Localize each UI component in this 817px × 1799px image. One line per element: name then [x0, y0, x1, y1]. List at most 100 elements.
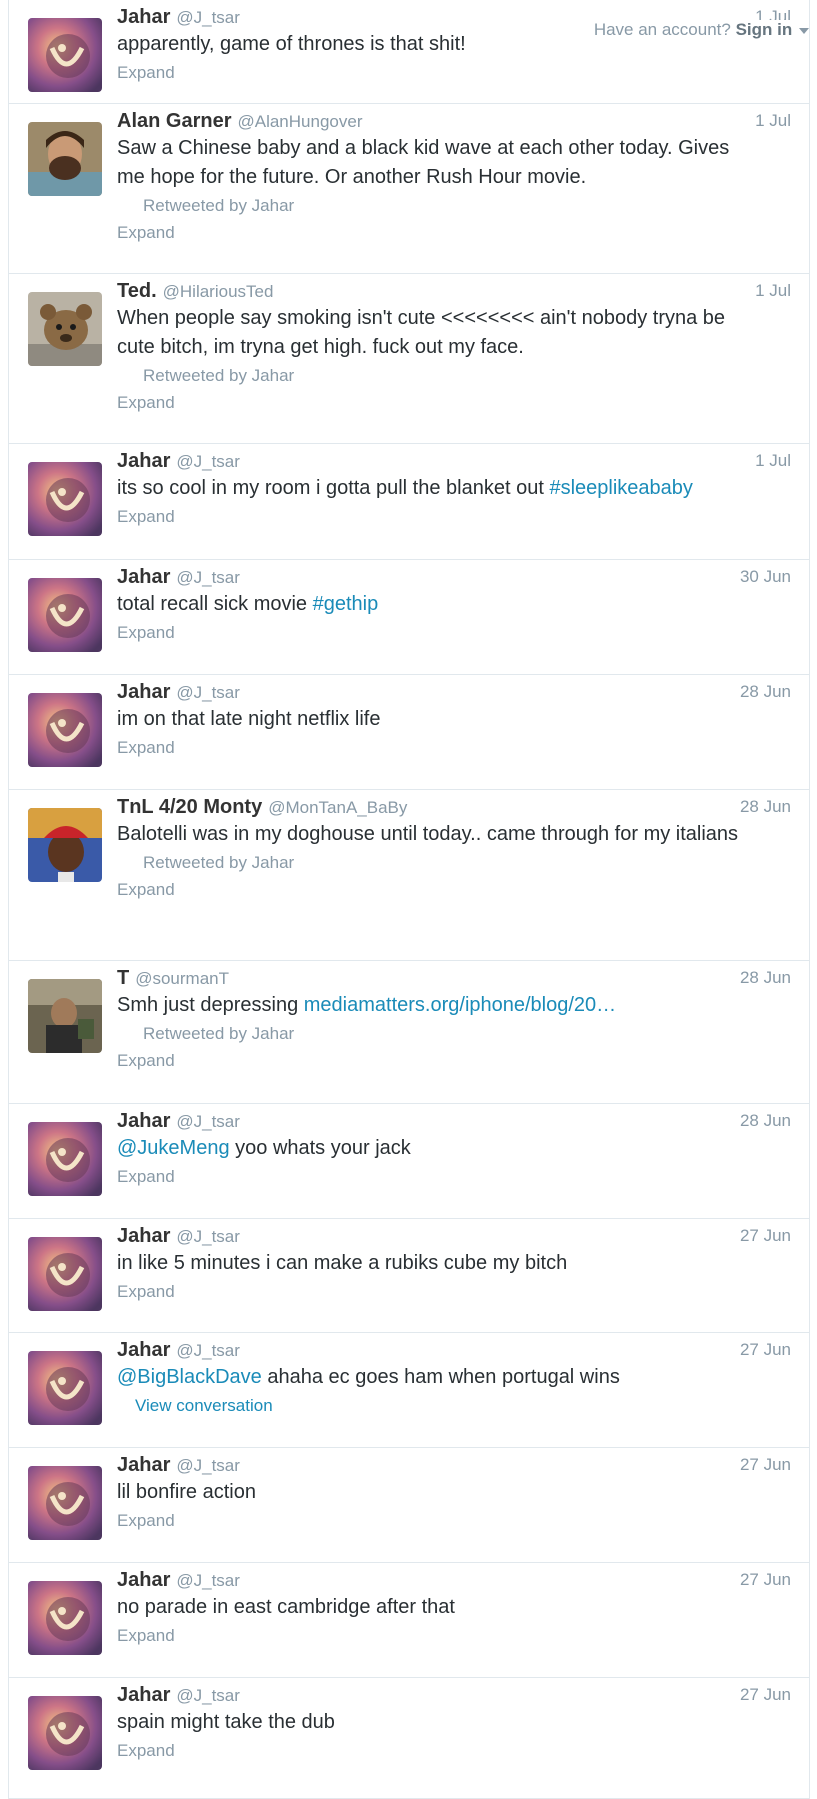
mention-link[interactable]: @JukeMeng [117, 1137, 230, 1159]
hashtag-link[interactable]: #gethip [313, 593, 379, 615]
tweet-timestamp[interactable]: 27 Jun [740, 1223, 791, 1249]
tweet-timestamp[interactable]: 1 Jul [755, 448, 791, 474]
user-fullname[interactable]: Jahar [117, 6, 170, 28]
user-fullname[interactable]: T [117, 967, 129, 989]
tweet-content: Jahar @J_tsar 30 Jun total recall sick movi… [117, 564, 791, 646]
tweet-content: Ted. @HilariousTed 1 Jul When people say sm… [117, 278, 791, 416]
avatar[interactable] [28, 1581, 102, 1655]
avatar[interactable] [28, 122, 102, 196]
have-account-text: Have an account? [593, 20, 731, 39]
avatar[interactable] [28, 1237, 102, 1311]
tweet-timestamp[interactable]: 1 Jul [755, 108, 791, 134]
tweet-item[interactable]: Jahar @J_tsar 27 Jun no parade in east camb… [9, 1563, 809, 1678]
avatar[interactable] [28, 808, 102, 882]
expand-link[interactable]: Expand [117, 876, 791, 903]
tweet-timestamp[interactable]: 30 Jun [740, 564, 791, 590]
tweet-item[interactable]: Jahar @J_tsar 27 Jun lil bonfire action Expa… [9, 1448, 809, 1563]
tweet-timestamp[interactable]: 27 Jun [740, 1682, 791, 1708]
expand-link[interactable]: Expand [117, 734, 791, 761]
tweet-item[interactable]: Alan Garner @AlanHungover 1 Jul Saw a Chine… [9, 104, 809, 274]
tweet-item[interactable]: TnL 4/20 Monty @MonTanA_BaBy 28 Jun Balotel… [9, 790, 809, 961]
user-fullname[interactable]: Alan Garner [117, 110, 231, 132]
tweet-timestamp[interactable]: 1 Jul [755, 278, 791, 304]
tweet-timestamp[interactable]: 28 Jun [740, 965, 791, 991]
tweet-timestamp[interactable]: 28 Jun [740, 1108, 791, 1134]
user-handle[interactable]: @sourmanT [135, 969, 229, 988]
tweet-item[interactable]: Jahar @J_tsar 30 Jun total recall sick movi… [9, 560, 809, 675]
tweet-item[interactable]: Jahar @J_tsar 1 Jul apparently, game of thr… [9, 0, 809, 104]
user-handle[interactable]: @J_tsar [176, 568, 240, 587]
tweet-timestamp[interactable]: 27 Jun [740, 1567, 791, 1593]
user-handle[interactable]: @J_tsar [176, 8, 240, 27]
avatar[interactable] [28, 18, 102, 92]
user-handle[interactable]: @J_tsar [176, 1686, 240, 1705]
user-handle[interactable]: @J_tsar [176, 1341, 240, 1360]
mention-link[interactable]: @BigBlackDave [117, 1366, 262, 1388]
expand-link[interactable]: Expand [117, 1278, 791, 1305]
tweet-timestamp[interactable]: 28 Jun [740, 794, 791, 820]
avatar[interactable] [28, 979, 102, 1053]
user-handle[interactable]: @AlanHungover [237, 112, 362, 131]
tweet-text-body: no parade in east cambridge after that [117, 1596, 455, 1618]
user-fullname[interactable]: TnL 4/20 Monty [117, 796, 262, 818]
user-handle[interactable]: @J_tsar [176, 1571, 240, 1590]
user-handle[interactable]: @J_tsar [176, 452, 240, 471]
user-fullname[interactable]: Jahar [117, 1339, 170, 1361]
expand-link[interactable]: Expand [117, 219, 791, 246]
tweet-item[interactable]: T @sourmanT 28 Jun Smh just depressing medi… [9, 961, 809, 1104]
tweet-item[interactable]: Ted. @HilariousTed 1 Jul When people say sm… [9, 274, 809, 444]
tweet-item[interactable]: Jahar @J_tsar 28 Jun @JukeMeng yoo whats yo… [9, 1104, 809, 1219]
user-handle[interactable]: @MonTanA_BaBy [268, 798, 407, 817]
user-fullname[interactable]: Jahar [117, 1684, 170, 1706]
expand-link[interactable]: Expand [117, 389, 791, 416]
avatar[interactable] [28, 462, 102, 536]
user-handle[interactable]: @J_tsar [176, 1456, 240, 1475]
avatar[interactable] [28, 693, 102, 767]
tweet-timestamp[interactable]: 27 Jun [740, 1452, 791, 1478]
tweet-item[interactable]: Jahar @J_tsar 28 Jun im on that late night … [9, 675, 809, 790]
expand-link[interactable]: Expand [117, 1163, 791, 1190]
expand-link[interactable]: Expand [117, 1507, 791, 1534]
user-fullname[interactable]: Jahar [117, 1110, 170, 1132]
expand-link[interactable]: Expand [117, 1737, 791, 1764]
retweeted-by[interactable]: Retweeted by Jahar [143, 1020, 791, 1047]
expand-link[interactable]: Expand [117, 59, 791, 86]
tweet-timestamp[interactable]: 27 Jun [740, 1337, 791, 1363]
user-fullname[interactable]: Jahar [117, 681, 170, 703]
user-fullname[interactable]: Jahar [117, 1225, 170, 1247]
retweeted-by[interactable]: Retweeted by Jahar [143, 849, 791, 876]
user-fullname[interactable]: Jahar [117, 1569, 170, 1591]
chevron-down-icon[interactable] [799, 27, 809, 34]
url-link[interactable]: mediamatters.org/iphone/blog/20… [304, 994, 616, 1016]
retweeted-by[interactable]: Retweeted by Jahar [143, 362, 791, 389]
expand-link[interactable]: Expand [117, 619, 791, 646]
tweet-item[interactable]: Jahar @J_tsar 27 Jun @BigBlackDave ahaha ec… [9, 1333, 809, 1448]
user-fullname[interactable]: Jahar [117, 566, 170, 588]
expand-link[interactable]: Expand [117, 1622, 791, 1649]
user-handle[interactable]: @J_tsar [176, 1227, 240, 1246]
tweet-content: Jahar @J_tsar 28 Jun @JukeMeng yoo whats yo… [117, 1108, 791, 1190]
expand-link[interactable]: Expand [117, 1047, 791, 1074]
user-handle[interactable]: @J_tsar [176, 683, 240, 702]
user-fullname[interactable]: Jahar [117, 1454, 170, 1476]
tweet-item[interactable]: Jahar @J_tsar 27 Jun spain might take the d… [9, 1678, 809, 1799]
avatar[interactable] [28, 1466, 102, 1540]
tweet-timestamp[interactable]: 28 Jun [740, 679, 791, 705]
retweeted-by[interactable]: Retweeted by Jahar [143, 192, 791, 219]
user-handle[interactable]: @J_tsar [176, 1112, 240, 1131]
user-fullname[interactable]: Ted. [117, 280, 157, 302]
avatar[interactable] [28, 1122, 102, 1196]
avatar[interactable] [28, 578, 102, 652]
view-conversation-link[interactable]: View conversation [135, 1392, 791, 1419]
avatar[interactable] [28, 1696, 102, 1770]
hashtag-link[interactable]: #sleeplikeababy [549, 477, 692, 499]
user-handle[interactable]: @HilariousTed [163, 282, 274, 301]
avatar[interactable] [28, 1351, 102, 1425]
sign-in-link[interactable]: Sign in [736, 20, 793, 39]
avatar[interactable] [28, 292, 102, 366]
expand-link[interactable]: Expand [117, 503, 791, 530]
user-fullname[interactable]: Jahar [117, 450, 170, 472]
tweet-item[interactable]: Jahar @J_tsar 1 Jul its so cool in my room … [9, 444, 809, 560]
tweet-item[interactable]: Jahar @J_tsar 27 Jun in like 5 minutes i ca… [9, 1219, 809, 1333]
tweet-header: Alan Garner @AlanHungover 1 Jul [117, 108, 791, 134]
